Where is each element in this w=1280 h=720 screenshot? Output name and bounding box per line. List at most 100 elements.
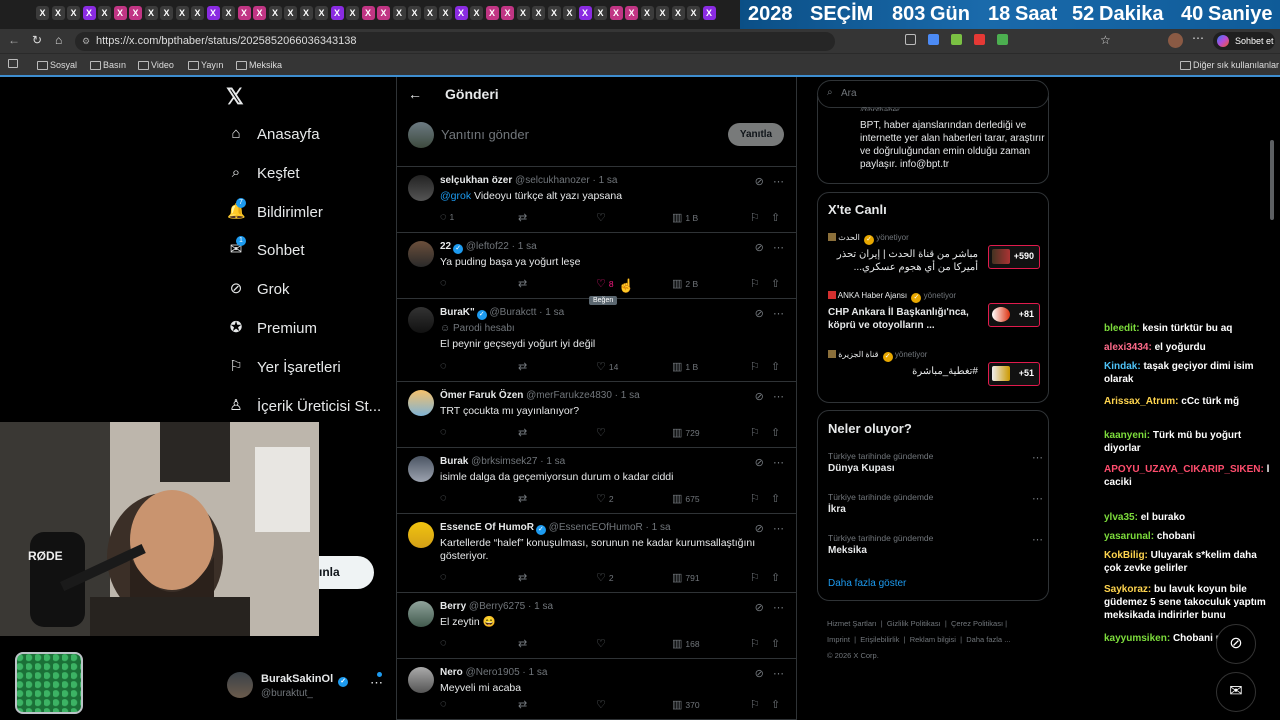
- reply-post[interactable]: EssencE Of HumoR ✓ @EssencEOfHumoR · 1 sa…: [397, 514, 796, 593]
- avatar[interactable]: [408, 241, 434, 267]
- avatar[interactable]: [408, 175, 434, 201]
- avatar[interactable]: [408, 522, 434, 548]
- more-icon[interactable]: ⋯: [773, 457, 784, 469]
- author-handle[interactable]: @Berry6275: [469, 601, 525, 612]
- post-time[interactable]: 1 sa: [534, 601, 553, 612]
- reply-post[interactable]: 22 ✓ @leftof22 · 1 sa ⊘ ⋯ Ya puding başa ya…: [397, 233, 796, 299]
- browser-tab[interactable]: X: [594, 6, 607, 20]
- author-name[interactable]: BuraK": [440, 307, 475, 318]
- footer-link[interactable]: Reklam bilgisi: [910, 635, 956, 644]
- browser-tab[interactable]: X: [113, 6, 127, 20]
- extension-icon[interactable]: [928, 34, 939, 45]
- footer-link[interactable]: Erişilebilirlik: [860, 635, 899, 644]
- reply-action[interactable]: ◌: [440, 360, 450, 372]
- grok-icon[interactable]: ⊘: [755, 308, 764, 320]
- browser-tab[interactable]: X: [470, 6, 483, 20]
- like-action[interactable]: ♡: [596, 426, 609, 439]
- grok-icon[interactable]: ⊘: [755, 668, 764, 680]
- author-handle[interactable]: @selcukhanozer: [515, 175, 590, 186]
- browser-tab[interactable]: X: [222, 6, 235, 20]
- like-action[interactable]: ♡ 2: [596, 492, 614, 505]
- profile-avatar[interactable]: [1168, 33, 1183, 48]
- browser-tab[interactable]: X: [408, 6, 421, 20]
- post-time[interactable]: 1 sa: [529, 667, 548, 678]
- repost-action[interactable]: ⇄: [518, 277, 530, 290]
- back-arrow-icon[interactable]: ←: [408, 86, 422, 102]
- reply-action[interactable]: ◌: [440, 698, 450, 710]
- author-name[interactable]: Burak: [440, 456, 468, 467]
- browser-tab[interactable]: X: [392, 6, 406, 20]
- views-action[interactable]: ▥ 168: [672, 637, 700, 650]
- share-action[interactable]: ⇧: [771, 637, 783, 650]
- repost-action[interactable]: ⇄: [518, 426, 530, 439]
- repost-action[interactable]: ⇄: [518, 698, 530, 711]
- bookmark-action[interactable]: ⚐: [750, 571, 763, 584]
- repost-action[interactable]: ⇄: [518, 360, 530, 373]
- bookmark-action[interactable]: ⚐: [750, 360, 763, 373]
- footer-link[interactable]: Gizlilik Politikası: [887, 619, 941, 628]
- post-time[interactable]: 1 sa: [621, 390, 640, 401]
- views-action[interactable]: ▥ 370: [672, 698, 700, 711]
- reply-post[interactable]: Burak @brksimsek27 · 1 sa ⊘ ⋯ isimle dalga…: [397, 448, 796, 514]
- more-menu-icon[interactable]: ⋯: [1192, 31, 1204, 45]
- browser-tab[interactable]: X: [175, 6, 189, 20]
- author-handle[interactable]: @EssencEOfHumoR: [549, 522, 643, 533]
- browser-tab[interactable]: X: [160, 6, 173, 20]
- more-icon[interactable]: ⋯: [773, 308, 784, 320]
- reply-post[interactable]: Berry @Berry6275 · 1 sa ⊘ ⋯ El zeytin 😄 ◌ ⇄ ♡…: [397, 593, 796, 659]
- like-action[interactable]: ♡: [596, 637, 609, 650]
- reading-list-icon[interactable]: [8, 59, 18, 68]
- more-icon[interactable]: ⋯: [773, 391, 784, 403]
- like-action[interactable]: ♡ 14: [596, 360, 618, 373]
- views-action[interactable]: ▥ 1 B: [672, 360, 698, 373]
- views-action[interactable]: ▥ 2 B: [672, 277, 698, 290]
- author-name[interactable]: EssencE Of HumoR: [440, 522, 534, 533]
- bookmark-action[interactable]: ⚐: [750, 698, 763, 711]
- profile-name[interactable]: BurakSakinOl ✓: [261, 673, 349, 687]
- post-time[interactable]: 1 sa: [546, 456, 565, 467]
- author-name[interactable]: 22: [440, 241, 451, 252]
- browser-tab[interactable]: X: [625, 6, 638, 20]
- grok-floating-button[interactable]: ⊘: [1216, 624, 1256, 664]
- author-handle[interactable]: @merFarukze4830: [526, 390, 612, 401]
- footer-link[interactable]: Hizmet Şartları: [827, 619, 877, 628]
- share-action[interactable]: ⇧: [771, 277, 783, 290]
- bookmark-action[interactable]: ⚐: [750, 637, 763, 650]
- grok-icon[interactable]: ⊘: [755, 176, 764, 188]
- author-handle[interactable]: @leftof22: [466, 241, 509, 252]
- browser-tab[interactable]: X: [268, 6, 282, 20]
- bookmark-action[interactable]: ⚐: [750, 492, 763, 505]
- browser-tab[interactable]: X: [206, 6, 220, 20]
- share-action[interactable]: ⇧: [771, 426, 783, 439]
- reply-action[interactable]: ◌: [440, 571, 450, 583]
- grok-icon[interactable]: ⊘: [755, 602, 764, 614]
- browser-tab[interactable]: X: [454, 6, 468, 20]
- browser-tab[interactable]: X: [253, 6, 266, 20]
- grok-icon[interactable]: ⊘: [755, 457, 764, 469]
- extension-icon[interactable]: [974, 34, 985, 45]
- like-action[interactable]: ♡ 2: [596, 571, 614, 584]
- grok-icon[interactable]: ⊘: [755, 523, 764, 535]
- browser-tab[interactable]: X: [516, 6, 530, 20]
- browser-tab[interactable]: X: [640, 6, 654, 20]
- bookmark-folder[interactable]: Meksika: [236, 58, 282, 72]
- more-icon[interactable]: ⋯: [1032, 533, 1043, 546]
- browser-tab[interactable]: X: [98, 6, 111, 20]
- grok-icon[interactable]: ⊘: [755, 391, 764, 403]
- account-menu-icon[interactable]: ⋯: [370, 675, 383, 691]
- live-item[interactable]: الحدث ✓ yönetiyor مباشر من قناة الحدث | إ…: [828, 233, 1043, 274]
- extension-icon[interactable]: [951, 34, 962, 45]
- repost-action[interactable]: ⇄: [518, 211, 530, 224]
- reply-post[interactable]: Nero @Nero1905 · 1 sa ⊘ ⋯ Meyveli mi acaba…: [397, 659, 796, 720]
- avatar[interactable]: [408, 307, 434, 333]
- views-action[interactable]: ▥ 791: [672, 571, 700, 584]
- browser-tab[interactable]: X: [144, 6, 158, 20]
- browser-tab[interactable]: X: [299, 6, 313, 20]
- reload-icon[interactable]: ↻: [32, 33, 42, 47]
- more-icon[interactable]: ⋯: [1032, 492, 1043, 505]
- more-icon[interactable]: ⋯: [773, 242, 784, 254]
- site-info-icon[interactable]: ⚙: [82, 32, 90, 51]
- messages-floating-button[interactable]: ✉: [1216, 672, 1256, 712]
- back-icon[interactable]: ←: [8, 33, 20, 47]
- footer-link[interactable]: Daha fazla ...: [966, 635, 1010, 644]
